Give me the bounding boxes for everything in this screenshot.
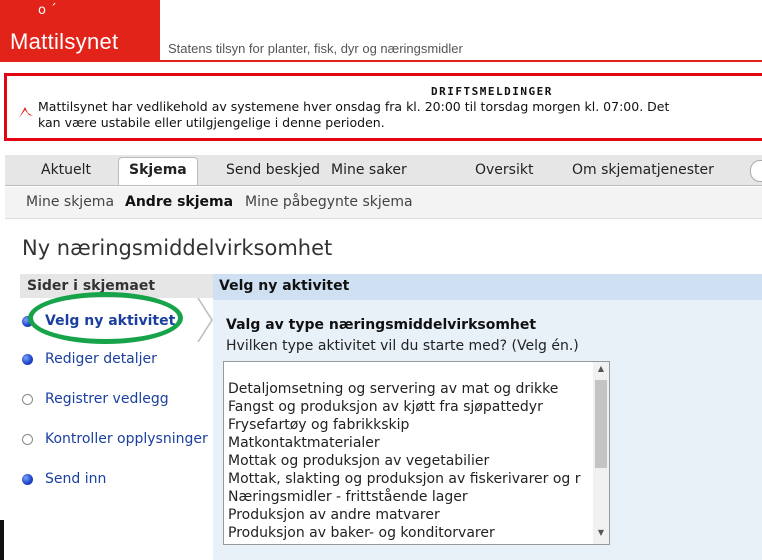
list-item[interactable]: Næringsmidler - frittstående lager — [228, 489, 468, 505]
header-divider — [160, 60, 762, 62]
tab-overflow[interactable] — [750, 160, 762, 182]
list-item[interactable]: Frysefartøy og fabrikkskip — [228, 417, 409, 433]
list-item[interactable]: Detaljomsetning og servering av mat og d… — [228, 381, 558, 397]
alert-icon — [19, 107, 33, 118]
logo-mark: o ´ — [38, 3, 57, 18]
maintenance-alert: DRIFTSMELDINGER Mattilsynet har vedlikeh… — [4, 73, 762, 141]
sidebar-item-label: Registrer vedlegg — [45, 391, 169, 407]
activity-listbox[interactable]: Detaljomsetning og servering av mat og d… — [223, 361, 610, 545]
step-bullet-icon — [22, 354, 33, 365]
content-heading: Velg ny aktivitet — [213, 274, 762, 300]
scroll-up-icon[interactable]: ▲ — [593, 364, 609, 378]
highlight-ring — [28, 292, 183, 344]
sub-navigation: Mine skjema Andre skjema Mine påbegynte … — [5, 187, 762, 219]
subnav-mine-skjema[interactable]: Mine skjema — [26, 194, 114, 210]
logo-name: Mattilsynet — [10, 29, 119, 54]
subnav-andre-skjema[interactable]: Andre skjema — [125, 194, 233, 210]
section-title: Valg av type næringsmiddelvirksomhet — [226, 317, 537, 333]
tab-om-skjematjenester[interactable]: Om skjematjenester — [572, 162, 714, 178]
alert-line-1: Mattilsynet har vedlikehold av systemene… — [38, 99, 670, 114]
tab-aktuelt[interactable]: Aktuelt — [41, 162, 91, 178]
sidebar-item-label: Kontroller opplysninger — [45, 431, 208, 447]
step-bullet-icon — [22, 474, 33, 485]
tab-send-beskjed[interactable]: Send beskjed — [226, 162, 320, 178]
list-item[interactable]: Fangst og produksjon av kjøtt fra sjøpat… — [228, 399, 543, 415]
window-edge — [0, 520, 4, 560]
sidebar-item-label: Send inn — [45, 471, 107, 487]
step-bullet-icon — [22, 434, 33, 445]
list-item[interactable]: Mottak og produksjon av vegetabilier — [228, 453, 489, 469]
alert-title: DRIFTSMELDINGER — [431, 85, 553, 98]
question-label: Hvilken type aktivitet vil du starte med… — [226, 338, 579, 354]
tagline: Statens tilsyn for planter, fisk, dyr og… — [168, 41, 463, 56]
subnav-mine-paabegynte[interactable]: Mine påbegynte skjema — [245, 194, 413, 210]
list-item[interactable]: Matkontaktmaterialer — [228, 435, 380, 451]
site-header: o ´ Mattilsynet Statens tilsyn for plant… — [0, 0, 762, 62]
sidebar-item-label: Rediger detaljer — [45, 351, 157, 367]
scroll-down-icon[interactable]: ▼ — [593, 528, 609, 542]
step-bullet-icon — [22, 394, 33, 405]
tab-skjema[interactable]: Skjema — [118, 157, 198, 185]
tab-mine-saker[interactable]: Mine saker — [331, 162, 407, 178]
alert-line-2: kan være ustabile eller utilgjengelige i… — [38, 115, 385, 130]
scroll-thumb[interactable] — [595, 380, 607, 468]
current-step-arrow — [188, 298, 213, 342]
alert-text: Mattilsynet har vedlikehold av systemene… — [38, 99, 669, 131]
logo[interactable]: o ´ Mattilsynet — [0, 0, 160, 62]
list-item[interactable]: Mottak, slakting og produksjon av fisker… — [228, 471, 581, 487]
tab-oversikt[interactable]: Oversikt — [475, 162, 533, 178]
list-item[interactable]: Produksjon av andre matvarer — [228, 507, 440, 523]
list-item[interactable]: Produksjon av baker- og konditorvarer — [228, 525, 495, 541]
listbox-scrollbar[interactable]: ▲ ▼ — [593, 362, 609, 544]
page-title: Ny næringsmiddelvirksomhet — [22, 236, 333, 260]
main-tabs: Aktuelt Skjema Send beskjed Mine saker O… — [5, 155, 762, 186]
